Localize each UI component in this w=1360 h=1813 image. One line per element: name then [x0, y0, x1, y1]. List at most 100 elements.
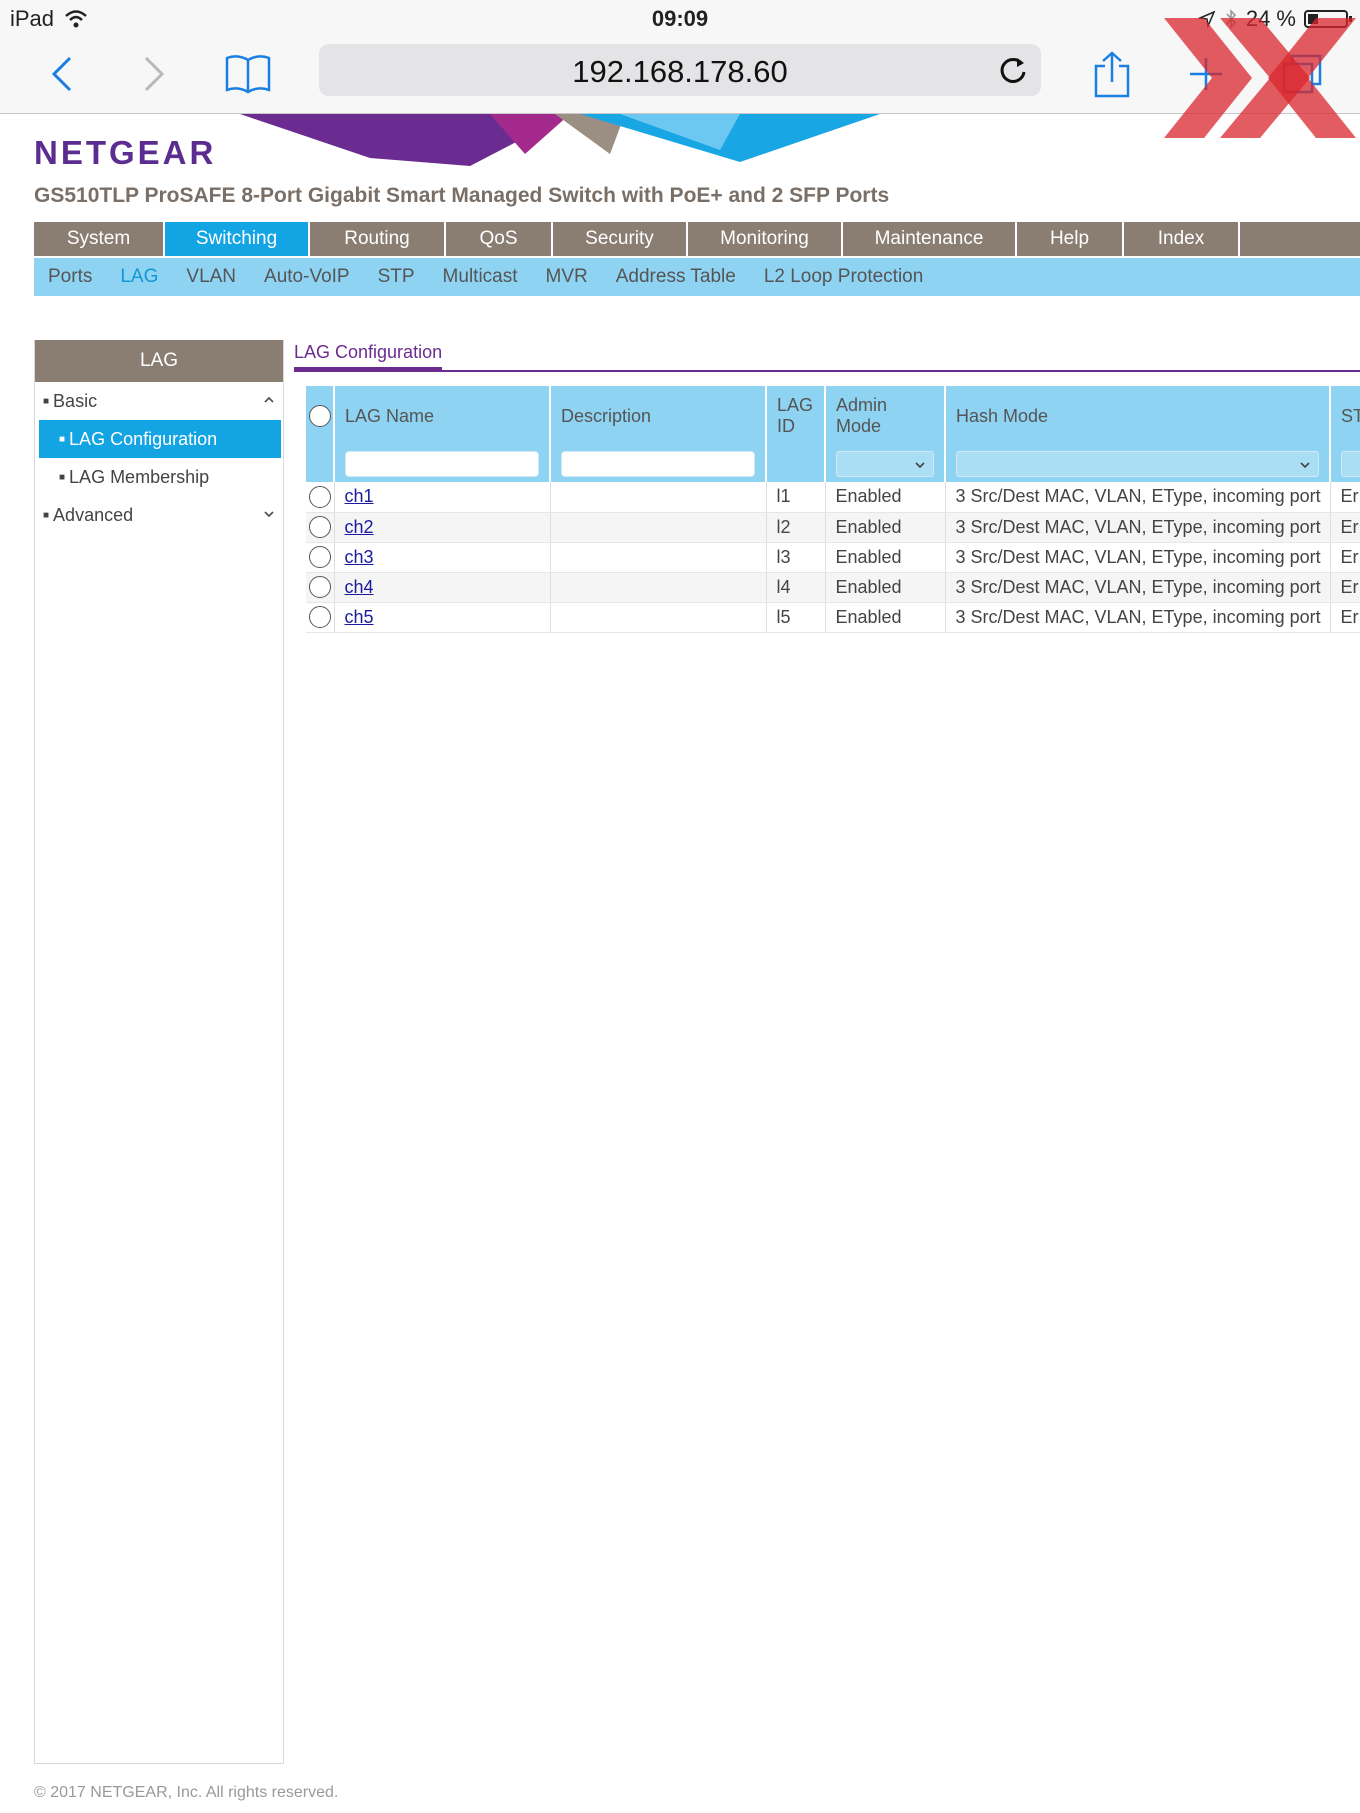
chevron-right-icon	[144, 56, 165, 92]
nav-monitoring[interactable]: Monitoring	[688, 222, 843, 256]
col-lag-id[interactable]: LAG ID	[766, 386, 826, 446]
bookmarks-button[interactable]	[218, 46, 278, 102]
tab-underline	[294, 370, 1360, 372]
nav-security[interactable]: Security	[553, 222, 688, 256]
table-row: ch2 l2 Enabled 3 Src/Dest MAC, VLAN, ETy…	[306, 512, 1360, 543]
filter-cell	[825, 446, 946, 482]
lag-table-container: LAG Name Description LAG ID Admin Mode H…	[306, 386, 1360, 638]
col-hash-mode[interactable]: Hash Mode	[945, 386, 1331, 446]
st-cell: Er	[1330, 512, 1360, 543]
lag-id-cell: l1	[766, 482, 826, 513]
lag-id-cell: l5	[766, 602, 826, 633]
book-icon	[225, 55, 271, 94]
clock: 09:09	[651, 6, 709, 31]
col-description[interactable]: Description	[550, 386, 767, 446]
chevron-left-icon	[51, 56, 72, 92]
lag-name-link[interactable]: ch5	[345, 607, 374, 627]
lag-name-link[interactable]: ch4	[345, 577, 374, 597]
lag-table: LAG Name Description LAG ID Admin Mode H…	[306, 386, 1360, 633]
st-cell: Er	[1330, 542, 1360, 573]
subnav-auto-voip[interactable]: Auto-VoIP	[264, 266, 350, 288]
reload-button[interactable]	[995, 52, 1031, 88]
row-checkbox[interactable]	[309, 606, 331, 629]
subnav-lag[interactable]: LAG	[120, 266, 158, 288]
filter-cell	[334, 446, 551, 482]
hash-mode-cell: 3 Src/Dest MAC, VLAN, EType, incoming po…	[945, 602, 1331, 633]
filter-cell	[766, 446, 826, 482]
netgear-logo: NETGEAR	[34, 134, 217, 171]
back-button[interactable]	[32, 46, 92, 102]
address-bar[interactable]: 192.168.178.60	[319, 44, 1041, 96]
col-lag-name[interactable]: LAG Name	[334, 386, 551, 446]
admin-mode-cell: Enabled	[825, 572, 946, 603]
lag-name-link[interactable]: ch1	[345, 486, 374, 506]
share-button[interactable]	[1082, 46, 1142, 102]
nav-index[interactable]: Index	[1124, 222, 1240, 256]
subnav-ports[interactable]: Ports	[48, 266, 92, 288]
lag-name-link[interactable]: ch2	[345, 517, 374, 537]
lag-name-link[interactable]: ch3	[345, 547, 374, 567]
st-cell: Er	[1330, 572, 1360, 603]
nav-routing[interactable]: Routing	[310, 222, 446, 256]
sidebar-group-advanced[interactable]: ■ Advanced	[35, 496, 283, 534]
row-select-cell	[306, 602, 335, 633]
col-st[interactable]: ST	[1330, 386, 1360, 446]
subnav-vlan[interactable]: VLAN	[186, 266, 236, 288]
row-checkbox[interactable]	[309, 485, 331, 508]
subnav-mvr[interactable]: MVR	[546, 266, 588, 288]
chevron-down-icon	[1300, 462, 1310, 469]
admin-mode-cell: Enabled	[825, 602, 946, 633]
row-select-cell	[306, 572, 335, 603]
sidebar-group-advanced-label: Advanced	[53, 504, 134, 525]
nav-system[interactable]: System	[34, 222, 165, 256]
hash-mode-cell: 3 Src/Dest MAC, VLAN, EType, incoming po…	[945, 482, 1331, 513]
sidebar-item-lag-configuration[interactable]: ■ LAG Configuration	[39, 420, 281, 458]
row-select-cell	[306, 482, 335, 513]
description-filter-input[interactable]	[561, 451, 755, 477]
chevron-down-icon	[915, 462, 925, 469]
sidebar: LAG ■ Basic ■ LAG Configuration ■ LAG Me…	[34, 340, 284, 1764]
description-cell	[550, 602, 767, 633]
lag-name-cell: ch4	[334, 572, 551, 603]
subnav-l2-loop-protection[interactable]: L2 Loop Protection	[764, 266, 924, 288]
lag-name-filter-input[interactable]	[345, 451, 539, 477]
filter-row	[306, 446, 1360, 482]
admin-mode-filter-select[interactable]	[836, 451, 934, 477]
st-filter-select[interactable]	[1341, 451, 1360, 477]
sidebar-group-basic[interactable]: ■ Basic	[35, 382, 283, 420]
select-all-checkbox[interactable]	[309, 405, 331, 428]
admin-mode-cell: Enabled	[825, 512, 946, 543]
subnav-address-table[interactable]: Address Table	[616, 266, 736, 288]
table-row: ch1 l1 Enabled 3 Src/Dest MAC, VLAN, ETy…	[306, 482, 1360, 513]
watermark-logo	[1164, 18, 1356, 138]
nav-qos[interactable]: QoS	[446, 222, 553, 256]
description-cell	[550, 542, 767, 573]
col-admin-mode[interactable]: Admin Mode	[825, 386, 946, 446]
nav-maintenance[interactable]: Maintenance	[843, 222, 1017, 256]
sidebar-item-lag-membership[interactable]: ■ LAG Membership	[35, 458, 283, 496]
nav-help[interactable]: Help	[1017, 222, 1124, 256]
bullet-icon: ■	[43, 509, 50, 521]
bullet-icon: ■	[59, 471, 66, 483]
sidebar-item-label: LAG Configuration	[69, 428, 218, 449]
row-checkbox[interactable]	[309, 546, 331, 569]
admin-mode-cell: Enabled	[825, 482, 946, 513]
sidebar-item-label: LAG Membership	[69, 466, 210, 487]
subnav-stp[interactable]: STP	[378, 266, 415, 288]
tab-lag-configuration[interactable]: LAG Configuration	[294, 342, 442, 363]
nav-switching[interactable]: Switching	[165, 222, 310, 256]
forward-button[interactable]	[124, 46, 184, 102]
reload-icon	[1000, 57, 1026, 83]
table-row: ch5 l5 Enabled 3 Src/Dest MAC, VLAN, ETy…	[306, 602, 1360, 633]
lag-name-cell: ch3	[334, 542, 551, 573]
hash-mode-cell: 3 Src/Dest MAC, VLAN, EType, incoming po…	[945, 572, 1331, 603]
subnav-multicast[interactable]: Multicast	[443, 266, 518, 288]
row-checkbox[interactable]	[309, 576, 331, 599]
tab-active-indicator	[294, 367, 442, 371]
hash-mode-filter-select[interactable]	[956, 451, 1319, 477]
filter-cell	[550, 446, 767, 482]
sidebar-title: LAG	[35, 340, 283, 382]
row-checkbox[interactable]	[309, 516, 331, 539]
bullet-icon: ■	[59, 433, 66, 445]
chevron-down-icon	[264, 511, 274, 518]
